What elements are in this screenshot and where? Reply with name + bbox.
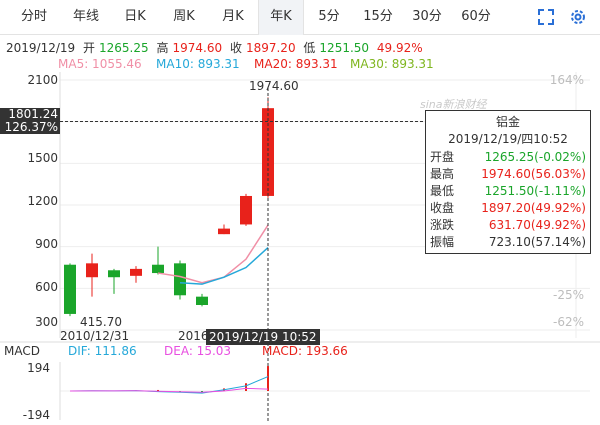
y-tick: 900 [35,237,58,251]
macd-dea: DEA: 15.03 [164,344,232,358]
row-key: 最高 [430,167,455,181]
candle-body [174,263,186,296]
x-label: 2010/12/31 [60,329,130,343]
row-value: 1974.60(56.03%) [481,167,586,181]
macd-dif: DIF: 111.86 [68,344,137,358]
tooltip-row-close: 收盘 1897.20(49.92%) [430,200,586,216]
ohlc-tooltip: 铝金 2019/12/19/四10:52 开盘 1265.25(-0.02%) 最… [425,110,591,254]
y-tick: 2100 [27,73,58,87]
y-tick: 1500 [27,151,58,165]
candle-body [152,264,164,274]
crosshair-pct: 126.37% [4,120,58,134]
candle-body [130,268,142,276]
macd-bottom-tick: -194 [22,408,50,422]
pct-tick: -62% [552,315,584,329]
candle-body [240,195,252,225]
row-value: 1265.25(-0.02%) [484,150,586,164]
row-key: 最低 [430,184,455,198]
row-value: 1897.20(49.92%) [481,201,586,215]
row-key: 开盘 [430,150,455,164]
tooltip-row-amplitude: 振幅 723.10(57.14%) [430,234,586,250]
candle-body [196,296,208,305]
tooltip-row-change: 涨跌 631.70(49.92%) [430,217,586,233]
pct-tick: 164% [549,73,584,87]
tooltip-row-open: 开盘 1265.25(-0.02%) [430,149,586,165]
tooltip-row-high: 最高 1974.60(56.03%) [430,166,586,182]
row-value: 1251.50(-1.11%) [484,184,586,198]
ma10-line [179,247,269,285]
low-annotation: 415.70 [80,315,122,329]
candle-body [218,228,230,235]
row-key: 振幅 [430,235,455,249]
x-label: 2016 [178,329,209,343]
crosshair-date-tag: 2019/12/19 10:52 [206,329,320,345]
row-key: 涨跌 [430,218,455,232]
y-tick: 300 [35,315,58,329]
y-tick: 600 [35,280,58,294]
tooltip-datetime: 2019/12/19/四10:52 [448,132,568,146]
crosshair-price-tag: 1801.24 126.37% [0,108,60,134]
macd-top-tick: 194 [27,361,50,375]
row-value: 723.10(57.14%) [488,235,586,249]
pct-tick: -25% [552,288,584,302]
tooltip-name: 铝金 [495,115,520,129]
row-key: 收盘 [430,201,455,215]
candle-body [64,264,76,314]
candle-body [108,270,120,278]
macd-value: MACD: 193.66 [262,344,348,358]
macd-title: MACD [4,344,40,358]
high-annotation: 1974.60 [249,79,299,93]
y-tick: 1200 [27,194,58,208]
row-value: 631.70(49.92%) [488,218,586,232]
candle-body [86,263,98,278]
tooltip-row-low: 最低 1251.50(-1.11%) [430,183,586,199]
